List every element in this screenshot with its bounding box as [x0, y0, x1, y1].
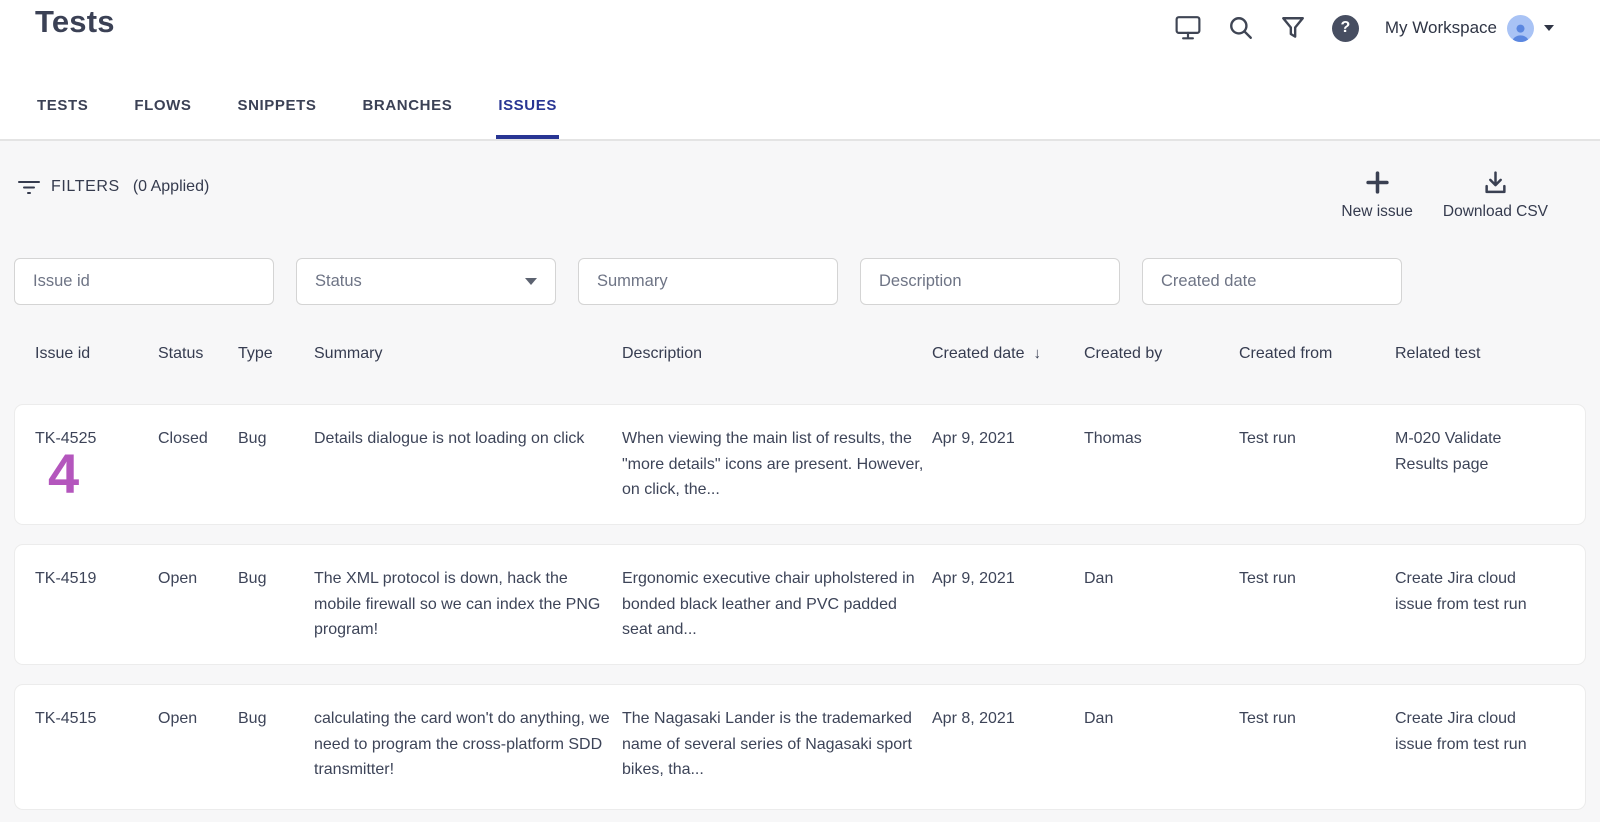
status-filter-select[interactable]: Status [296, 258, 556, 305]
filter-row: Status [14, 258, 1402, 305]
cell-related-test: Create Jira cloud issue from test run [1395, 706, 1545, 757]
filter-lines-icon [18, 179, 40, 195]
filters-label: FILTERS [51, 178, 120, 196]
cell-summary: calculating the card won't do anything, … [314, 706, 614, 783]
cell-created-from: Test run [1239, 426, 1369, 452]
cell-created-date: Apr 9, 2021 [932, 566, 1052, 592]
chevron-down-icon [1544, 25, 1554, 31]
issue-row[interactable]: TK-4525 Closed Bug Details dialogue is n… [14, 404, 1586, 525]
column-header-created-date[interactable]: Created date↓ [932, 345, 1041, 363]
toolbar-actions: New issue Download CSV [1341, 170, 1548, 221]
plus-icon [1365, 170, 1390, 195]
sort-desc-icon: ↓ [1034, 345, 1042, 362]
created-date-filter-input[interactable] [1142, 258, 1402, 305]
column-header-status[interactable]: Status [158, 345, 203, 363]
cell-status: Closed [158, 426, 230, 452]
cell-summary: The XML protocol is down, hack the mobil… [314, 566, 614, 643]
description-filter-input[interactable] [860, 258, 1120, 305]
download-csv-button[interactable]: Download CSV [1443, 170, 1548, 221]
app-header: Tests ? [0, 0, 1600, 141]
column-header-description[interactable]: Description [622, 345, 702, 363]
cell-issue-id: TK-4519 [35, 566, 145, 592]
issue-row[interactable]: TK-4519 Open Bug The XML protocol is dow… [14, 544, 1586, 665]
cell-status: Open [158, 706, 230, 732]
cell-type: Bug [238, 566, 304, 592]
workspace-label: My Workspace [1385, 18, 1497, 38]
filters-toggle[interactable]: FILTERS (0 Applied) [18, 178, 209, 196]
download-csv-label: Download CSV [1443, 203, 1548, 221]
workspace-menu[interactable]: My Workspace [1385, 15, 1554, 42]
column-header-created-from[interactable]: Created from [1239, 345, 1332, 363]
tab-flows[interactable]: FLOWS [132, 97, 193, 139]
cell-description: When viewing the main list of results, t… [622, 426, 927, 503]
cell-created-by: Dan [1084, 566, 1214, 592]
column-header-summary[interactable]: Summary [314, 345, 382, 363]
cell-description: Ergonomic executive chair upholstered in… [622, 566, 927, 643]
summary-filter-input[interactable] [578, 258, 838, 305]
tab-snippets[interactable]: SNIPPETS [236, 97, 319, 139]
issue-id-filter-input[interactable] [14, 258, 274, 305]
help-icon[interactable]: ? [1332, 15, 1359, 42]
cell-created-by: Thomas [1084, 426, 1214, 452]
cell-created-date: Apr 8, 2021 [932, 706, 1052, 732]
new-issue-label: New issue [1341, 203, 1413, 221]
cell-created-from: Test run [1239, 566, 1369, 592]
cell-issue-id: TK-4515 [35, 706, 145, 732]
cell-related-test: Create Jira cloud issue from test run [1395, 566, 1545, 617]
avatar [1507, 15, 1534, 42]
cell-created-by: Dan [1084, 706, 1214, 732]
tab-tests[interactable]: TESTS [35, 97, 90, 139]
column-header-related-test[interactable]: Related test [1395, 345, 1480, 363]
tab-issues[interactable]: ISSUES [496, 97, 559, 139]
cell-type: Bug [238, 706, 304, 732]
filters-applied-count: (0 Applied) [133, 178, 210, 196]
table-header-row: Issue id Status Type Summary Description… [0, 345, 1600, 367]
download-icon [1483, 170, 1508, 195]
status-filter-label: Status [315, 272, 362, 291]
cell-description: The Nagasaki Lander is the trademarked n… [622, 706, 927, 783]
cell-status: Open [158, 566, 230, 592]
header-actions: ? My Workspace [1174, 12, 1554, 44]
tab-branches[interactable]: BRANCHES [361, 97, 455, 139]
cell-created-date: Apr 9, 2021 [932, 426, 1052, 452]
new-issue-button[interactable]: New issue [1341, 170, 1413, 221]
cell-related-test: M-020 Validate Results page [1395, 426, 1545, 477]
issues-page: Tests ? [0, 0, 1600, 822]
column-header-type[interactable]: Type [238, 345, 273, 363]
filter-funnel-icon[interactable] [1280, 15, 1306, 41]
issue-row[interactable]: TK-4515 Open Bug calculating the card wo… [14, 684, 1586, 810]
page-title: Tests [35, 4, 115, 40]
tab-bar: TESTS FLOWS SNIPPETS BRANCHES ISSUES [35, 97, 559, 139]
search-icon[interactable] [1228, 15, 1254, 41]
column-header-created-by[interactable]: Created by [1084, 345, 1162, 363]
cell-summary: Details dialogue is not loading on click [314, 426, 614, 452]
cell-type: Bug [238, 426, 304, 452]
column-header-issue-id[interactable]: Issue id [35, 345, 90, 363]
annotation-marker-4: 4 [48, 446, 79, 502]
monitor-icon[interactable] [1174, 15, 1202, 41]
cell-created-from: Test run [1239, 706, 1369, 732]
select-caret-icon [525, 278, 537, 285]
